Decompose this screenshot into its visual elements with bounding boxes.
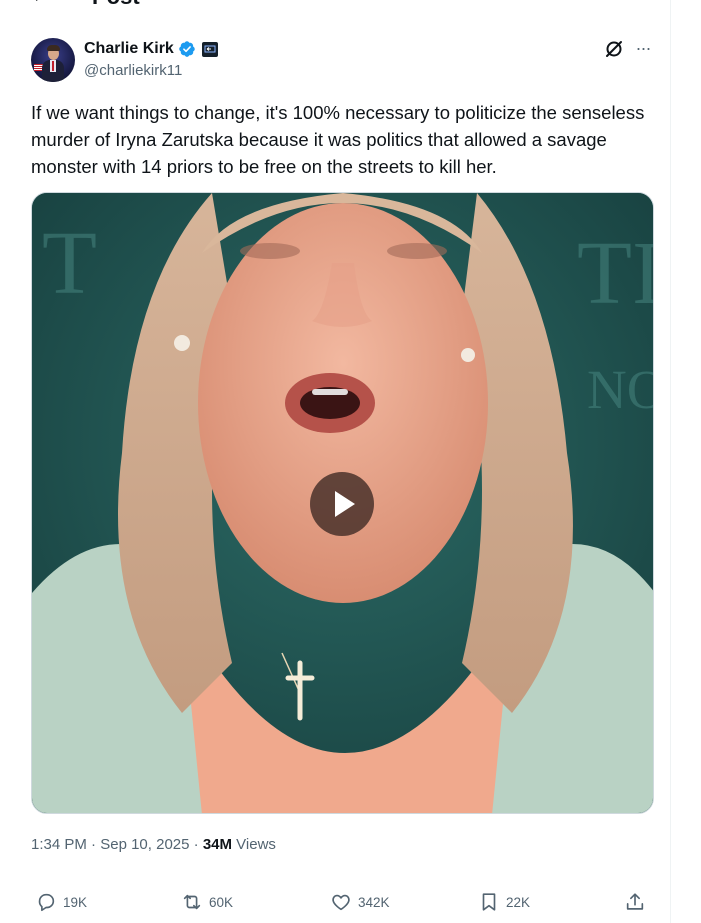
play-button[interactable] (310, 472, 374, 536)
svg-text:T: T (42, 214, 97, 313)
page-title: Post (92, 0, 140, 9)
repost-button[interactable]: 60K (181, 890, 233, 914)
top-bar: ← Post (0, 0, 670, 12)
author-name-row: Charlie Kirk (84, 39, 218, 59)
reply-button[interactable]: 19K (35, 890, 87, 914)
meta-separator-2: · (193, 836, 199, 853)
like-count: 342K (358, 894, 390, 910)
author-name[interactable]: Charlie Kirk (84, 39, 174, 59)
repost-count: 60K (209, 894, 234, 910)
play-icon (335, 491, 355, 517)
views-count: 34M (202, 836, 232, 853)
video-player[interactable]: T TI NO (31, 192, 654, 814)
bookmark-icon (482, 893, 496, 911)
heart-icon (332, 894, 350, 911)
repost-icon (183, 894, 201, 910)
post-meta: 1:34 PM · Sep 10, 2025 · 34M Views (31, 835, 276, 855)
column-border (670, 0, 671, 923)
svg-text:TI: TI (577, 224, 654, 323)
post-date[interactable]: Sep 10, 2025 (100, 836, 189, 853)
bookmark-button[interactable]: 22K (478, 890, 530, 914)
grok-icon[interactable] (604, 39, 624, 59)
views-label: Views (236, 836, 276, 853)
affiliate-badge-icon[interactable] (201, 41, 218, 57)
svg-text:NO: NO (587, 359, 654, 420)
verified-badge-icon (179, 41, 195, 57)
share-icon (626, 893, 644, 910)
action-bar: 19K 60K 342K 22K (31, 890, 656, 914)
post-text: If we want things to change, it's 100% n… (31, 102, 645, 177)
reply-icon (38, 893, 55, 912)
avatar[interactable] (31, 38, 75, 82)
post-time[interactable]: 1:34 PM (31, 836, 87, 853)
bookmark-count: 22K (506, 894, 531, 910)
like-button[interactable]: 342K (330, 890, 390, 914)
back-arrow-icon[interactable]: ← (30, 0, 50, 6)
more-options-icon[interactable]: ··· (632, 39, 654, 59)
meta-separator: · (91, 836, 97, 853)
author-handle[interactable]: @charliekirk11 (84, 62, 182, 80)
reply-count: 19K (63, 894, 88, 910)
share-button[interactable] (624, 890, 646, 914)
